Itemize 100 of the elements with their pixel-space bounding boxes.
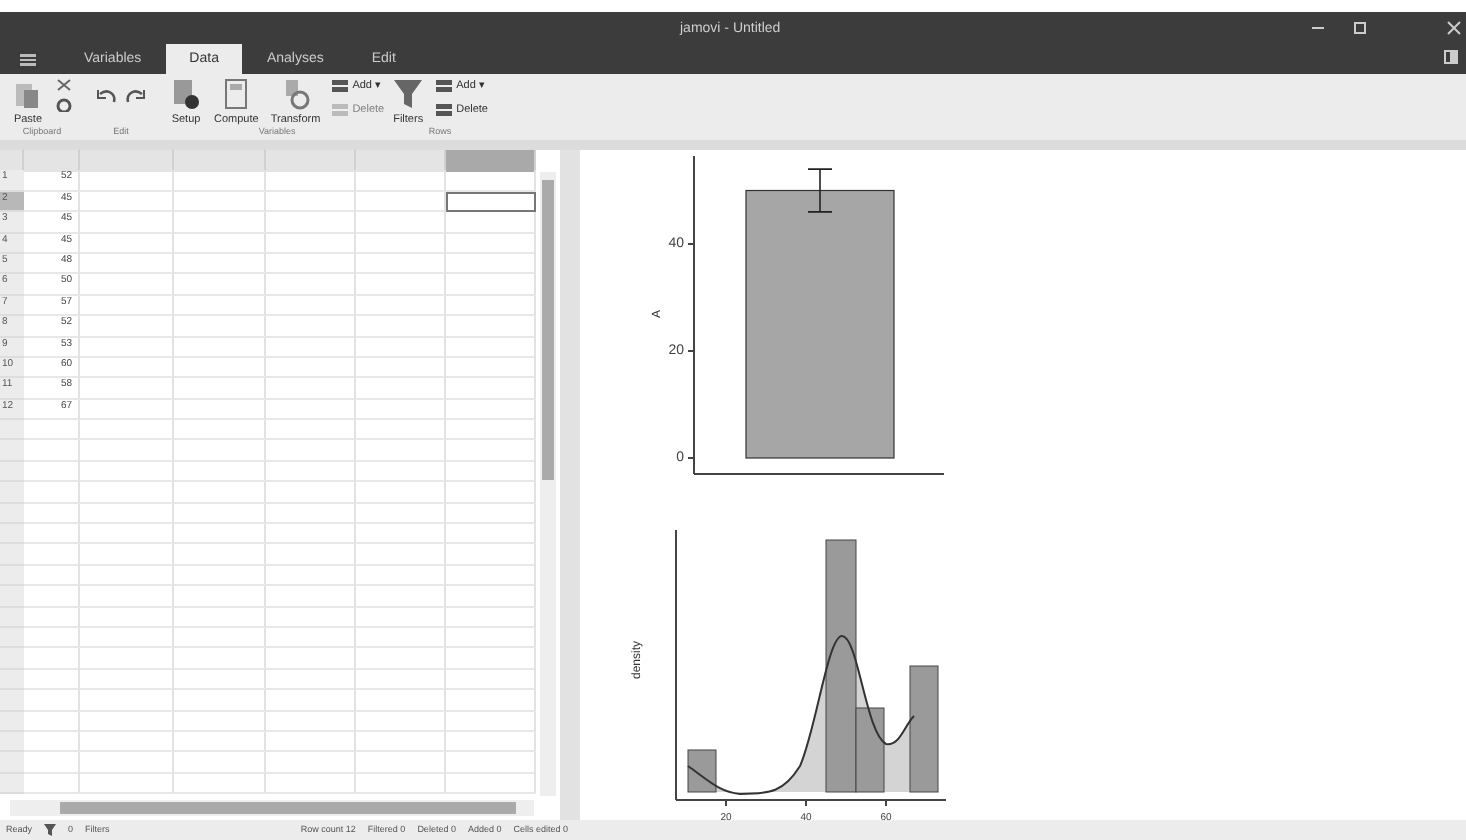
row-header[interactable] bbox=[0, 690, 24, 712]
table-cell[interactable] bbox=[24, 503, 80, 525]
column-header[interactable] bbox=[266, 150, 356, 172]
table-cell[interactable] bbox=[266, 233, 356, 254]
panel-icon[interactable] bbox=[1444, 50, 1458, 64]
table-cell[interactable] bbox=[266, 295, 356, 317]
table-cell[interactable] bbox=[356, 627, 446, 649]
table-cell[interactable] bbox=[24, 711, 80, 732]
table-cell[interactable] bbox=[80, 295, 174, 317]
row-header[interactable] bbox=[0, 669, 24, 691]
table-cell[interactable] bbox=[80, 524, 174, 545]
table-cell[interactable] bbox=[174, 482, 266, 504]
table-cell[interactable] bbox=[80, 731, 174, 753]
column-header[interactable] bbox=[356, 150, 446, 172]
table-cell[interactable] bbox=[80, 440, 174, 462]
table-cell[interactable] bbox=[356, 316, 446, 338]
table-cell[interactable] bbox=[266, 461, 356, 483]
table-cell[interactable] bbox=[446, 627, 536, 649]
table-cell[interactable] bbox=[266, 399, 356, 421]
column-header[interactable] bbox=[446, 150, 536, 172]
table-cell[interactable] bbox=[24, 420, 80, 441]
row-header[interactable] bbox=[0, 440, 24, 462]
row-header[interactable] bbox=[0, 482, 24, 504]
table-cell[interactable] bbox=[24, 669, 80, 691]
table-cell[interactable] bbox=[446, 503, 536, 525]
corner-cell[interactable] bbox=[0, 150, 24, 172]
table-cell[interactable] bbox=[174, 731, 266, 753]
row-header[interactable] bbox=[0, 420, 24, 441]
table-cell[interactable] bbox=[24, 544, 80, 566]
table-cell[interactable] bbox=[356, 773, 446, 795]
table-cell[interactable] bbox=[446, 607, 536, 628]
table-cell[interactable] bbox=[80, 482, 174, 504]
table-cell[interactable] bbox=[174, 524, 266, 545]
table-cell[interactable] bbox=[24, 752, 80, 774]
table-cell[interactable] bbox=[266, 690, 356, 712]
row-header[interactable] bbox=[0, 752, 24, 774]
table-cell[interactable] bbox=[80, 337, 174, 358]
table-cell[interactable] bbox=[356, 586, 446, 608]
table-cell[interactable] bbox=[24, 690, 80, 712]
table-cell[interactable] bbox=[446, 440, 536, 462]
table-cell[interactable] bbox=[80, 544, 174, 566]
table-cell[interactable] bbox=[266, 337, 356, 358]
filter-icon[interactable] bbox=[44, 824, 57, 836]
table-cell[interactable] bbox=[174, 191, 266, 213]
table-cell[interactable] bbox=[356, 524, 446, 545]
table-cell[interactable] bbox=[174, 357, 266, 379]
table-cell[interactable] bbox=[174, 440, 266, 462]
column-header[interactable] bbox=[174, 150, 266, 172]
table-cell[interactable] bbox=[174, 648, 266, 670]
table-cell[interactable] bbox=[356, 378, 446, 400]
table-cell[interactable] bbox=[174, 316, 266, 338]
table-cell[interactable] bbox=[356, 440, 446, 462]
table-cell[interactable] bbox=[446, 316, 536, 338]
table-cell[interactable] bbox=[24, 627, 80, 649]
table-cell[interactable] bbox=[446, 711, 536, 732]
table-cell[interactable] bbox=[446, 420, 536, 441]
table-cell[interactable] bbox=[446, 170, 536, 192]
table-cell[interactable] bbox=[446, 212, 536, 234]
table-cell[interactable] bbox=[356, 274, 446, 296]
row-header[interactable] bbox=[0, 731, 24, 753]
table-cell[interactable] bbox=[446, 648, 536, 670]
row-header[interactable] bbox=[0, 648, 24, 670]
table-cell[interactable] bbox=[80, 253, 174, 275]
row-header[interactable] bbox=[0, 565, 24, 587]
table-cell[interactable] bbox=[446, 565, 536, 587]
table-cell[interactable] bbox=[266, 191, 356, 213]
table-cell[interactable] bbox=[266, 420, 356, 441]
table-cell[interactable] bbox=[356, 337, 446, 358]
column-header[interactable] bbox=[24, 150, 80, 172]
table-cell[interactable] bbox=[80, 773, 174, 795]
table-cell[interactable] bbox=[174, 233, 266, 254]
table-cell[interactable] bbox=[174, 274, 266, 296]
row-header[interactable] bbox=[0, 711, 24, 732]
column-header[interactable] bbox=[80, 150, 174, 172]
table-cell[interactable] bbox=[174, 711, 266, 732]
table-cell[interactable] bbox=[446, 357, 536, 379]
table-cell[interactable] bbox=[356, 295, 446, 317]
table-cell[interactable] bbox=[446, 399, 536, 421]
table-cell[interactable] bbox=[174, 253, 266, 275]
table-cell[interactable] bbox=[266, 565, 356, 587]
table-cell[interactable] bbox=[356, 607, 446, 628]
table-cell[interactable] bbox=[446, 524, 536, 545]
table-cell[interactable] bbox=[174, 295, 266, 317]
table-cell[interactable] bbox=[174, 399, 266, 421]
table-cell[interactable] bbox=[446, 233, 536, 254]
table-cell[interactable] bbox=[266, 170, 356, 192]
row-header[interactable] bbox=[0, 524, 24, 545]
table-cell[interactable] bbox=[80, 316, 174, 338]
table-cell[interactable] bbox=[174, 337, 266, 358]
table-cell[interactable] bbox=[356, 357, 446, 379]
table-cell[interactable] bbox=[80, 752, 174, 774]
table-cell[interactable] bbox=[80, 399, 174, 421]
table-cell[interactable] bbox=[80, 503, 174, 525]
table-cell[interactable] bbox=[356, 253, 446, 275]
table-cell[interactable] bbox=[80, 191, 174, 213]
menu-icon[interactable] bbox=[20, 54, 36, 66]
table-cell[interactable] bbox=[80, 565, 174, 587]
row-header[interactable] bbox=[0, 607, 24, 628]
table-cell[interactable] bbox=[24, 482, 80, 504]
table-cell[interactable] bbox=[356, 482, 446, 504]
